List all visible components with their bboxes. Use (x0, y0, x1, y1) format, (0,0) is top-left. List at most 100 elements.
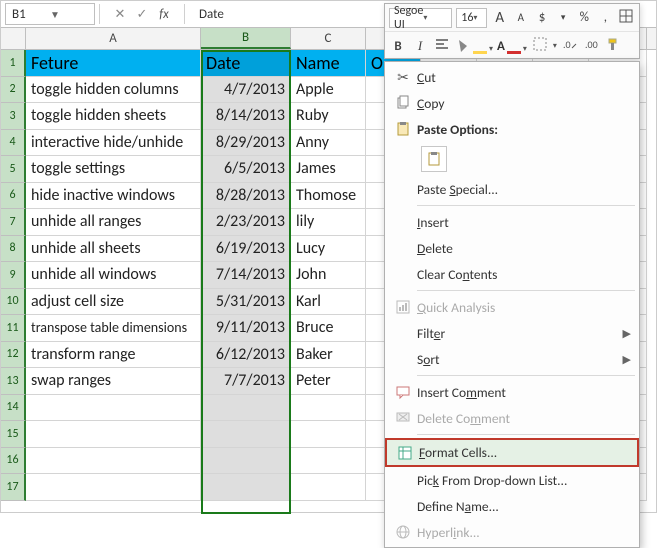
row-header[interactable]: 16 (1, 448, 26, 475)
menu-clear-contents[interactable]: Clear Contents (385, 261, 639, 287)
name-box[interactable]: B1 ▼ (5, 3, 95, 25)
cell[interactable]: transpose table dimensions (26, 315, 201, 342)
menu-delete[interactable]: Delete (385, 235, 639, 261)
col-header-B[interactable]: B (201, 28, 291, 49)
menu-sort[interactable]: Sort▶ (385, 346, 639, 372)
borders-icon[interactable] (618, 8, 635, 28)
cell[interactable]: 7/7/2013 (201, 368, 291, 395)
cell[interactable]: Lucy (291, 236, 366, 263)
font-name-dropdown[interactable]: Segoe UI ▾ (389, 8, 452, 28)
menu-cut[interactable]: ✂ Cut (385, 64, 639, 90)
fx-icon[interactable]: fx (154, 7, 174, 22)
bold-button[interactable]: B (389, 39, 407, 54)
cell[interactable]: hide inactive windows (26, 183, 201, 210)
font-size-dropdown[interactable]: 16 ▾ (456, 8, 487, 28)
cell[interactable] (201, 395, 291, 422)
cell[interactable]: adjust cell size (26, 289, 201, 316)
cell[interactable]: toggle hidden sheets (26, 103, 201, 130)
cell[interactable]: 6/12/2013 (201, 342, 291, 369)
cell[interactable]: 7/14/2013 (201, 262, 291, 289)
cell[interactable]: interactive hide/unhide (26, 130, 201, 157)
cell[interactable] (291, 474, 366, 501)
cell[interactable]: 9/11/2013 (201, 315, 291, 342)
cell[interactable]: 8/14/2013 (201, 103, 291, 130)
cell[interactable] (291, 421, 366, 448)
decimal-decrease-icon[interactable]: .0 (561, 36, 579, 56)
cell[interactable] (201, 474, 291, 501)
comma-icon[interactable]: , (597, 10, 614, 25)
currency-icon[interactable]: $ (533, 10, 550, 25)
font-color-button[interactable]: A ▾ (497, 39, 527, 54)
cell[interactable] (291, 448, 366, 475)
align-icon[interactable] (433, 36, 451, 56)
cancel-icon[interactable]: ✕ (110, 7, 130, 22)
row-header[interactable]: 13 (1, 368, 26, 395)
cell[interactable]: Karl (291, 289, 366, 316)
paste-option-default[interactable] (385, 142, 639, 176)
cell[interactable]: Feture (26, 50, 201, 77)
menu-copy[interactable]: Copy (385, 90, 639, 116)
cell[interactable]: unhide all windows (26, 262, 201, 289)
formula-input[interactable]: Date (189, 7, 224, 22)
cell[interactable]: toggle hidden columns (26, 77, 201, 104)
percent-icon[interactable]: % (576, 10, 593, 25)
menu-paste-special[interactable]: Paste Special... (385, 176, 639, 202)
cell[interactable]: toggle settings (26, 156, 201, 183)
col-header-A[interactable]: A (26, 28, 201, 49)
cell[interactable] (26, 448, 201, 475)
cell[interactable]: Thomose (291, 183, 366, 210)
chevron-down-icon[interactable]: ▼ (50, 8, 88, 21)
cell[interactable]: lily (291, 209, 366, 236)
cell[interactable]: Ruby (291, 103, 366, 130)
cell[interactable]: Baker (291, 342, 366, 369)
row-header[interactable]: 3 (1, 103, 26, 130)
row-header[interactable]: 10 (1, 289, 26, 316)
menu-pick-list[interactable]: Pick From Drop-down List... (385, 467, 639, 493)
cell[interactable] (201, 421, 291, 448)
cell[interactable] (26, 421, 201, 448)
cell[interactable]: unhide all sheets (26, 236, 201, 263)
cell[interactable] (291, 395, 366, 422)
select-all-corner[interactable] (1, 28, 26, 49)
cell[interactable]: 5/31/2013 (201, 289, 291, 316)
menu-insert[interactable]: Insert (385, 209, 639, 235)
italic-button[interactable]: I (411, 38, 429, 54)
cell[interactable]: 6/19/2013 (201, 236, 291, 263)
cell[interactable]: transform range (26, 342, 201, 369)
row-header[interactable]: 15 (1, 421, 26, 448)
cell[interactable]: Anny (291, 130, 366, 157)
menu-format-cells[interactable]: Format Cells... (385, 438, 639, 467)
row-header[interactable]: 14 (1, 395, 26, 422)
row-header[interactable]: 12 (1, 342, 26, 369)
cell[interactable]: Apple (291, 77, 366, 104)
row-header[interactable]: 7 (1, 209, 26, 236)
cell[interactable]: swap ranges (26, 368, 201, 395)
cell[interactable]: 8/28/2013 (201, 183, 291, 210)
menu-define-name[interactable]: Define Name... (385, 493, 639, 519)
cell[interactable]: John (291, 262, 366, 289)
row-header[interactable]: 5 (1, 156, 26, 183)
cell[interactable]: Name (291, 50, 366, 77)
row-header[interactable]: 6 (1, 183, 26, 210)
row-header[interactable]: 11 (1, 315, 26, 342)
cell[interactable]: 2/23/2013 (201, 209, 291, 236)
row-header[interactable]: 9 (1, 262, 26, 289)
decrease-font-icon[interactable]: A (512, 11, 529, 24)
cell[interactable]: Date (201, 50, 291, 77)
cell[interactable] (26, 474, 201, 501)
row-header[interactable]: 2 (1, 77, 26, 104)
cell[interactable]: 6/5/2013 (201, 156, 291, 183)
increase-font-icon[interactable]: A (491, 9, 508, 27)
row-header[interactable]: 17 (1, 474, 26, 501)
row-header[interactable]: 8 (1, 236, 26, 263)
row-header[interactable]: 1 (1, 50, 26, 77)
menu-insert-comment[interactable]: Insert Comment (385, 379, 639, 405)
menu-filter[interactable]: Filter▶ (385, 320, 639, 346)
cell[interactable]: Peter (291, 368, 366, 395)
cell[interactable]: unhide all ranges (26, 209, 201, 236)
border-style-icon[interactable] (531, 36, 549, 56)
cell[interactable]: 8/29/2013 (201, 130, 291, 157)
row-header[interactable]: 4 (1, 130, 26, 157)
enter-icon[interactable]: ✓ (132, 7, 152, 22)
cell[interactable]: 4/7/2013 (201, 77, 291, 104)
